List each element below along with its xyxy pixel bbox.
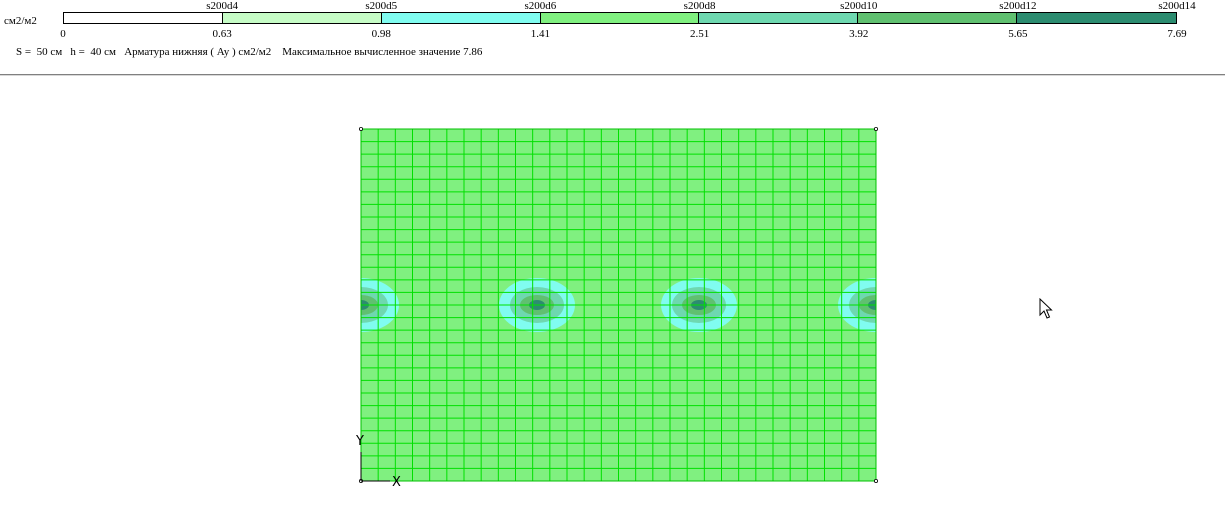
corner-node: [358, 127, 363, 132]
corner-node: [874, 127, 879, 132]
corner-node: [874, 478, 879, 483]
mouse-cursor-icon: [1039, 298, 1053, 319]
axis-x-label: X: [392, 475, 401, 490]
slab-contour-plot[interactable]: YX: [0, 0, 1225, 521]
slab-plate[interactable]: [323, 127, 914, 483]
axis-y-label: Y: [355, 434, 364, 449]
